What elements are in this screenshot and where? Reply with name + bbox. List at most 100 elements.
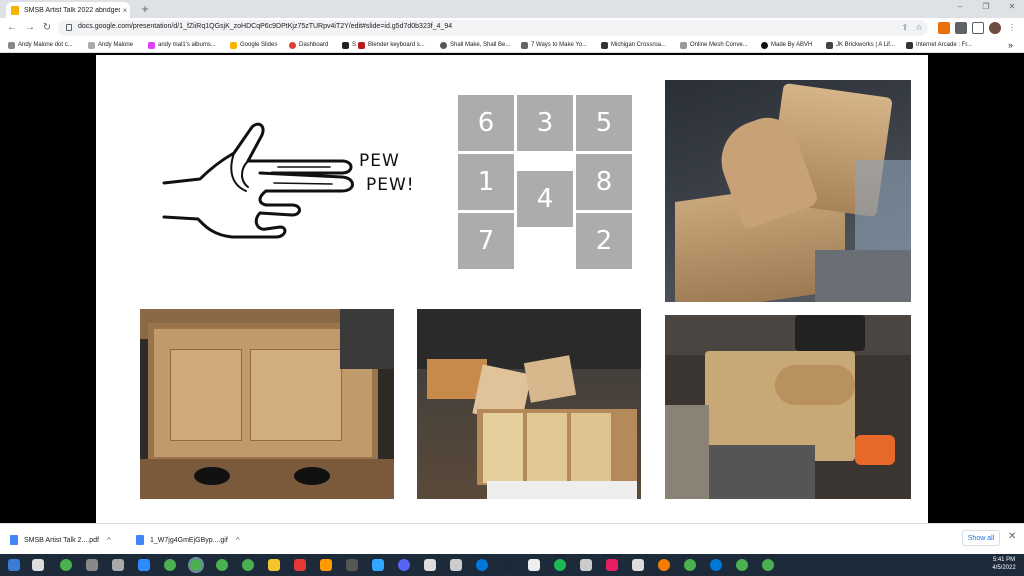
bookmark-item[interactable]: Shall Make, Shall Be...	[440, 40, 510, 50]
chrome-icon[interactable]	[762, 559, 774, 571]
extensions-puzzle-icon[interactable]	[955, 22, 967, 34]
bookmark-item[interactable]: Google Slides	[230, 40, 277, 50]
app-icon[interactable]	[424, 559, 436, 571]
chrome-icon[interactable]	[736, 559, 748, 571]
share-icon[interactable]: ⇪	[900, 23, 910, 33]
bookmark-item[interactable]: andy mal1's albums...	[148, 40, 216, 50]
file-explorer-icon[interactable]	[268, 559, 280, 571]
chrome-icon[interactable]	[60, 559, 72, 571]
grid-cell: 8	[576, 154, 632, 210]
app-icon[interactable]	[450, 559, 462, 571]
bookmark-label: JK Brickworks | A Lif...	[836, 42, 895, 48]
edge-icon[interactable]	[710, 559, 722, 571]
steam-icon[interactable]	[502, 559, 514, 571]
tab-close-icon[interactable]: ×	[120, 6, 130, 15]
menu-kebab-icon[interactable]: ⋮	[1006, 22, 1018, 34]
bookmark-item[interactable]: Blender keyboard s...	[358, 40, 425, 50]
close-window-button[interactable]: ✕	[1003, 2, 1021, 11]
bookmark-item[interactable]: Made By ABVH	[761, 40, 812, 50]
file-icon	[136, 535, 144, 545]
lock-icon	[66, 24, 72, 31]
start-icon[interactable]	[8, 559, 20, 571]
download-item-pdf[interactable]: SMSB Artist Talk 2....pdf ^	[10, 529, 111, 551]
back-button[interactable]: ←	[6, 22, 18, 34]
chrome-icon[interactable]	[242, 559, 254, 571]
app-icon[interactable]	[86, 559, 98, 571]
app-icon[interactable]	[112, 559, 124, 571]
bookmark-item[interactable]: JK Brickworks | A Lif...	[826, 40, 895, 50]
reload-button[interactable]: ↻	[41, 22, 53, 34]
bookmark-favicon-icon	[906, 41, 913, 49]
tab-title: SMSB Artist Talk 2022 abridged	[24, 6, 120, 14]
download-filename: 1_W7jg4GmEjGByp....gif	[150, 536, 228, 544]
spotify-icon[interactable]	[554, 559, 566, 571]
bookmark-label: Online Mesh Conve...	[690, 42, 748, 48]
bookmark-item[interactable]: Dashboard	[289, 40, 328, 50]
bookmark-favicon-icon	[8, 41, 15, 49]
bookmark-label: Google Slides	[240, 42, 278, 48]
app-icon[interactable]	[580, 559, 592, 571]
chevron-up-icon[interactable]: ^	[236, 536, 240, 545]
presentation-slide[interactable]: PEW PEW! 6 3 5 1 8 4 7 2	[96, 55, 928, 523]
extension-icon[interactable]	[938, 22, 950, 34]
close-downloads-icon[interactable]: ✕	[1008, 531, 1016, 542]
bookmark-label: 7 Ways to Make Yo...	[531, 42, 588, 48]
acrobat-icon[interactable]	[294, 559, 306, 571]
chevron-up-icon[interactable]: ^	[107, 536, 111, 545]
bookmark-item[interactable]: Andy Malone	[88, 40, 133, 50]
profile-avatar[interactable]	[989, 22, 1001, 34]
slides-favicon-icon	[11, 5, 19, 15]
app-icon[interactable]	[606, 559, 618, 571]
download-filename: SMSB Artist Talk 2....pdf	[24, 536, 99, 544]
chrome-icon[interactable]	[164, 559, 176, 571]
bookmark-item[interactable]: S	[342, 40, 356, 50]
chrome-icon-active[interactable]	[188, 557, 204, 573]
bookmark-favicon-icon	[342, 41, 349, 49]
edge-icon[interactable]	[476, 559, 488, 571]
bookmark-favicon-icon	[440, 41, 447, 49]
app-icon[interactable]	[346, 559, 358, 571]
bookmarks-bar: Andy Malone dot c... Andy Malone andy ma…	[0, 38, 1024, 53]
grid-cell: 3	[517, 95, 573, 151]
bookmark-favicon-icon	[289, 41, 296, 49]
app-icon[interactable]	[528, 559, 540, 571]
app-icon[interactable]	[684, 559, 696, 571]
side-panel-icon[interactable]	[972, 22, 984, 34]
bookmark-item[interactable]: Andy Malone dot c...	[8, 40, 73, 50]
finger-gun-drawing	[162, 122, 354, 239]
more-bookmarks-button[interactable]: »	[1008, 40, 1013, 50]
pew-text-1: PEW	[359, 151, 400, 171]
carving-vise-photo	[665, 315, 911, 499]
browser-tab[interactable]: SMSB Artist Talk 2022 abridged ×	[6, 2, 130, 18]
minimize-button[interactable]: –	[951, 2, 969, 11]
bookmark-item[interactable]: Michigan Crossroa...	[601, 40, 666, 50]
photoshop-icon[interactable]	[372, 559, 384, 571]
blender-icon[interactable]	[658, 559, 670, 571]
bookmark-label: Made By ABVH	[771, 42, 813, 48]
wooden-box-photo	[140, 309, 394, 499]
browser-toolbar: ← → ↻ docs.google.com/presentation/d/1_f…	[0, 18, 1024, 38]
tab-bar: SMSB Artist Talk 2022 abridged × + – ❐ ✕	[0, 0, 1024, 18]
url-text[interactable]: docs.google.com/presentation/d/1_fZiiRq1…	[78, 23, 452, 30]
bookmark-star-icon[interactable]: ☆	[914, 23, 924, 33]
bookmark-label: S	[352, 42, 357, 48]
restore-button[interactable]: ❐	[977, 2, 995, 11]
zoom-icon[interactable]	[138, 559, 150, 571]
discord-icon[interactable]	[398, 559, 410, 571]
grid-cell: 2	[576, 213, 632, 269]
clock-date: 4/5/2022	[992, 565, 1016, 571]
illustrator-icon[interactable]	[320, 559, 332, 571]
task-view-icon[interactable]	[32, 559, 44, 571]
new-tab-button[interactable]: +	[138, 2, 152, 16]
system-clock[interactable]: 5:41 PM 4/5/2022	[986, 556, 1022, 572]
address-bar[interactable]: docs.google.com/presentation/d/1_fZiiRq1…	[58, 20, 928, 36]
app-icon[interactable]	[632, 559, 644, 571]
bookmark-item[interactable]: 7 Ways to Make Yo...	[521, 40, 587, 50]
forward-button[interactable]: →	[24, 22, 36, 34]
bookmark-item[interactable]: Online Mesh Conve...	[680, 40, 748, 50]
chrome-icon[interactable]	[216, 559, 228, 571]
bookmark-favicon-icon	[680, 41, 687, 49]
show-all-button[interactable]: Show all	[962, 530, 1000, 546]
download-item-gif[interactable]: 1_W7jg4GmEjGByp....gif ^	[136, 529, 240, 551]
bookmark-item[interactable]: Internet Arcade : Fr...	[906, 40, 972, 50]
